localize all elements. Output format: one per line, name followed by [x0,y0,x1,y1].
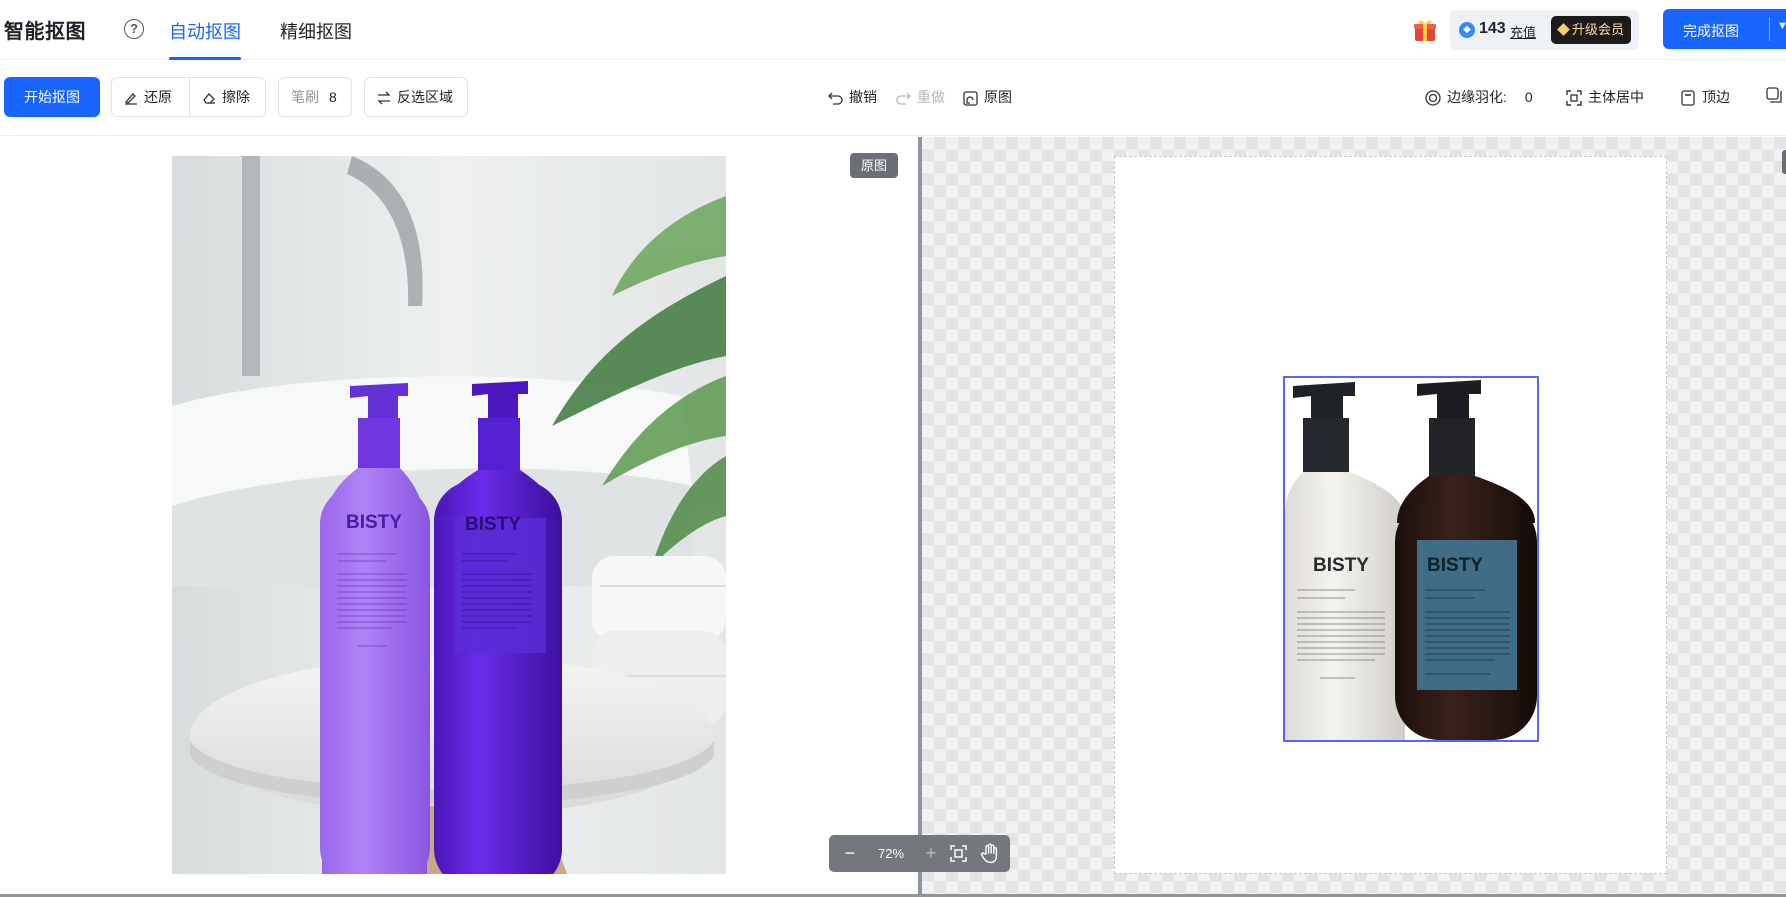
center-subject-label: 主体居中 [1588,89,1644,105]
credit-box: ◆ 143 充值 升级会员 [1450,10,1639,50]
coin-icon: ◆ [1459,22,1475,38]
white-bottle-brand: BISTY [1313,555,1369,576]
swap-arrows-icon [377,91,391,105]
eraser-icon [203,93,215,104]
toolbar: 开始抠图 还原 擦除 笔刷 8 反选区域 撤销 重做 原图 边缘羽化: 0 主体… [0,60,1786,136]
tab-auto-cutout[interactable]: 自动抠图 [169,18,241,60]
invert-selection-label: 反选区域 [397,89,453,105]
original-label: 原图 [984,89,1012,105]
amber-bottle-brand: BISTY [1427,555,1483,576]
brush-restore-icon [124,93,137,105]
fit-screen-icon[interactable] [950,845,967,862]
finish-cutout-label: 完成抠图 [1683,23,1739,39]
hand-icon[interactable] [980,843,1000,864]
brush-size-control[interactable]: 笔刷 8 [278,77,352,117]
gift-icon[interactable] [1412,17,1438,43]
plus-icon[interactable]: + [919,835,943,872]
redo-icon [896,92,911,105]
restore-button[interactable]: 还原 [124,78,172,116]
top-align-icon [1681,90,1695,106]
light-bottle-brand: BISTY [346,512,402,533]
compare-icon [963,91,978,106]
zoom-toolbar: − 72% + [829,835,1010,872]
undo-icon [828,92,843,105]
dark-bottle-brand: BISTY [465,514,521,535]
recharge-link[interactable]: 充值 [1510,22,1536,41]
minus-icon[interactable]: − [837,835,863,872]
edge-feather-label: 边缘羽化: [1447,89,1507,105]
group-divider [189,78,190,116]
result-canvas-pane: BISTY BISTY [922,137,1786,897]
question-circle-icon[interactable]: ? [124,19,144,39]
app-title: 智能抠图 [4,21,86,43]
erase-button[interactable]: 擦除 [202,78,250,116]
top-edge-button[interactable]: 顶边 [1680,87,1730,107]
top-edge-label: 顶边 [1702,89,1730,105]
edge-feather-control[interactable]: 边缘羽化: 0 [1425,87,1533,107]
focus-frame-icon [1566,90,1582,106]
redo-label: 重做 [917,89,945,105]
more-options-icon[interactable] [1766,87,1782,103]
erase-label: 擦除 [222,89,250,105]
undo-button[interactable]: 撤销 [828,87,877,107]
original-image-pane: BISTY BISTY 原图 [0,137,918,897]
target-circle-icon [1425,90,1441,106]
brush-size-item[interactable]: 笔刷 8 [291,78,337,116]
restore-label: 还原 [144,89,172,105]
result-canvas[interactable]: BISTY BISTY [1114,156,1667,874]
start-cutout-button[interactable]: 开始抠图 [4,77,100,117]
restore-erase-group: 还原 擦除 [111,77,266,117]
upgrade-vip-label: 升级会员 [1572,22,1625,37]
chevron-down-icon[interactable]: ▼ [1777,20,1786,32]
brush-size-value[interactable]: 8 [329,89,337,105]
invert-selection-item[interactable]: 反选区域 [377,78,453,116]
finish-cutout-button[interactable]: 完成抠图 ▼ [1663,9,1786,49]
upgrade-vip-button[interactable]: 升级会员 [1551,16,1631,44]
edge-feather-value[interactable]: 0 [1525,89,1533,105]
result-side-tab[interactable] [1782,150,1786,174]
original-image-badge: 原图 [850,153,898,178]
finish-split-divider [1769,17,1770,41]
original-product-photo[interactable]: BISTY BISTY [172,156,726,874]
tab-fine-cutout[interactable]: 精细抠图 [280,18,352,60]
top-bar: 智能抠图 ? 自动抠图 精细抠图 ◆ 143 充值 升级会员 完成抠图 ▼ [0,0,1786,60]
original-compare-button[interactable]: 原图 [963,87,1012,107]
center-subject-button[interactable]: 主体居中 [1566,87,1644,107]
zoom-level: 72% [877,846,905,861]
redo-button[interactable]: 重做 [896,87,945,107]
credit-count: 143 [1479,20,1506,37]
invert-selection-button[interactable]: 反选区域 [364,77,468,117]
brush-label: 笔刷 [291,89,319,105]
diamond-icon [1557,23,1570,36]
undo-label: 撤销 [849,89,877,105]
cutout-selection-box[interactable]: BISTY BISTY [1283,376,1539,742]
cutout-bottles-image: BISTY BISTY [1285,378,1537,740]
